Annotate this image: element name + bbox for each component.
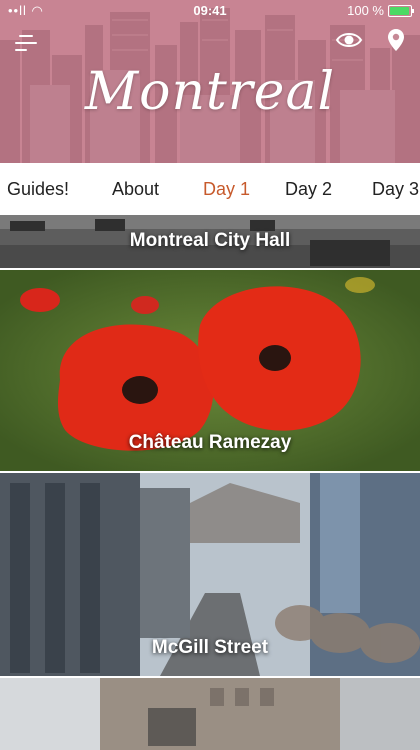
tab-bar: Guides! About Day 1 Day 2 Day 3 (0, 163, 420, 215)
place-card-mcgill-street[interactable]: McGill Street (0, 473, 420, 676)
tab-day-2[interactable]: Day 2 (285, 179, 332, 200)
battery-indicator: 100 % (347, 3, 414, 18)
tab-day-3[interactable]: Day 3 (372, 179, 419, 200)
place-card-chateau-ramezay[interactable]: Château Ramezay (0, 270, 420, 471)
menu-icon[interactable] (15, 34, 37, 52)
tab-guides[interactable]: Guides! (7, 179, 69, 200)
location-pin-icon[interactable] (387, 28, 405, 52)
header: ••ll ◠ 09:41 100 % Montreal (0, 0, 420, 163)
status-bar: ••ll ◠ 09:41 100 % (0, 0, 420, 22)
page-title: Montreal (84, 62, 336, 122)
place-card-city-hall[interactable]: Montreal City Hall (0, 215, 420, 268)
tab-day-1[interactable]: Day 1 (203, 179, 250, 200)
place-name: Montreal City Hall (129, 230, 291, 251)
battery-icon (388, 4, 414, 17)
place-name: McGill Street (151, 637, 269, 658)
battery-percent: 100 % (347, 3, 384, 18)
tab-about[interactable]: About (112, 179, 159, 200)
place-card-next[interactable] (0, 678, 420, 750)
eye-icon[interactable] (336, 30, 362, 50)
place-name: Château Ramezay (128, 432, 292, 453)
building-image (0, 678, 420, 750)
